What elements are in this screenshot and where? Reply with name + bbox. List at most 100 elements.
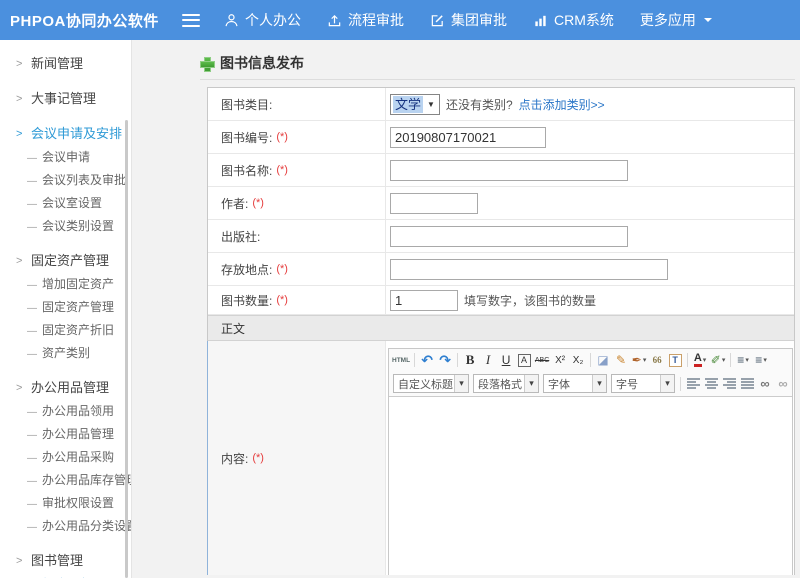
format-brush-icon[interactable]: ✎ (613, 351, 629, 369)
content-label: 内容: (221, 450, 248, 467)
nav-workflow-approval[interactable]: 流程审批 (327, 10, 404, 30)
form-row-content: 内容:(*) HTML↶↷BIUAABCX²X₂◪✎✒▾66TA▾✐▾≡▾≡▾ (208, 341, 794, 575)
main-area: 图书信息发布 图书类目: 文学 ▼ 还没有类别? 点击添加类别>> (132, 40, 800, 578)
required-marker: (*) (276, 164, 288, 176)
sidebar-item[interactable]: 会议室设置 (0, 191, 131, 214)
redo-icon[interactable]: ↷ (437, 351, 453, 369)
sidebar-prefix-icon (27, 323, 42, 337)
nav-group-approval[interactable]: 集团审批 (430, 10, 507, 30)
toolbar-separator (730, 353, 731, 367)
add-category-link[interactable]: 点击添加类别>> (519, 96, 605, 113)
sidebar-prefix-icon (27, 150, 42, 164)
underline-icon[interactable]: U (498, 351, 514, 369)
author-label: 作者: (221, 195, 248, 212)
subscript-icon[interactable]: X₂ (570, 351, 586, 369)
form-row-author: 作者: (*) (208, 187, 794, 220)
sidebar-item[interactable]: 固定资产折旧 (0, 318, 131, 341)
nav-more-apps[interactable]: 更多应用 (640, 10, 712, 30)
required-marker: (*) (276, 294, 288, 306)
location-input[interactable] (390, 259, 668, 280)
nav-personal-office[interactable]: 个人办公 (224, 10, 301, 30)
sidebar-item[interactable]: 新建图书 (0, 572, 131, 578)
insert-link-icon[interactable]: ∞ (757, 375, 773, 393)
highlight-icon[interactable]: ✐▾ (710, 351, 726, 369)
sidebar-item[interactable]: 办公用品库存管理 (0, 468, 131, 491)
author-input[interactable] (390, 193, 478, 214)
sidebar-prefix-icon (16, 125, 31, 140)
eraser-icon[interactable]: ◪ (595, 351, 611, 369)
sidebar-item[interactable]: 固定资产管理 (0, 246, 131, 272)
font-border-icon[interactable]: A (516, 351, 532, 369)
publisher-input[interactable] (390, 226, 628, 247)
required-marker: (*) (252, 197, 264, 209)
font-family-select[interactable]: 字体 (543, 374, 607, 393)
align-center-icon[interactable] (703, 375, 719, 393)
book-name-input[interactable] (390, 160, 628, 181)
quantity-input[interactable] (390, 290, 458, 311)
dropdown-caret-icon: ▾ (643, 356, 647, 364)
paragraph-select[interactable]: 段落格式 (473, 374, 539, 393)
paste-text-icon[interactable]: T (667, 351, 683, 369)
unordered-list-icon[interactable]: ≡▾ (753, 351, 769, 369)
font-color-icon[interactable]: A▾ (692, 351, 708, 369)
sidebar-item[interactable]: 固定资产管理 (0, 295, 131, 318)
color-pen-icon[interactable]: ✒▾ (631, 351, 647, 369)
category-select[interactable]: 文学 ▼ (390, 94, 440, 115)
italic-icon[interactable]: I (480, 351, 496, 369)
sidebar-item[interactable]: 办公用品采购 (0, 445, 131, 468)
sidebar-prefix-icon (27, 196, 42, 210)
section-header-body: 正文 (208, 315, 794, 341)
location-label: 存放地点: (221, 261, 272, 278)
category-hint: 还没有类别? (446, 96, 513, 113)
sidebar-item[interactable]: 办公用品管理 (0, 373, 131, 399)
book-form: 图书类目: 文学 ▼ 还没有类别? 点击添加类别>> 图书编号: (*) (207, 87, 795, 575)
bold-icon[interactable]: B (462, 351, 478, 369)
sidebar-item[interactable]: 会议类别设置 (0, 214, 131, 237)
form-row-book-name: 图书名称:(*) (208, 154, 794, 187)
sidebar-prefix-icon (27, 346, 42, 360)
sidebar-item[interactable]: 办公用品分类设置 (0, 514, 131, 537)
edit-square-icon (430, 13, 445, 28)
sidebar-item[interactable]: 图书管理 (0, 546, 131, 572)
sidebar-item[interactable]: 资产类别 (0, 341, 131, 364)
sidebar-prefix-icon (27, 219, 42, 233)
style-select[interactable]: 自定义标题 (393, 374, 469, 393)
top-bar: PHPOA协同办公软件 个人办公 流程审批 集团审批 (0, 0, 800, 40)
sidebar-item[interactable]: 大事记管理 (0, 84, 131, 110)
align-right-icon[interactable] (721, 375, 737, 393)
editor-content[interactable] (389, 397, 792, 575)
quantity-hint: 填写数字，该图书的数量 (464, 292, 596, 309)
align-left-icon[interactable] (685, 375, 701, 393)
sidebar-item[interactable]: 新闻管理 (0, 49, 131, 75)
align-justify-icon[interactable] (739, 375, 755, 393)
blockquote-icon[interactable]: 66 (649, 351, 665, 369)
sidebar-item[interactable]: 办公用品管理 (0, 422, 131, 445)
sidebar-item[interactable]: 审批权限设置 (0, 491, 131, 514)
book-no-input[interactable] (390, 127, 546, 148)
undo-icon[interactable]: ↶ (419, 351, 435, 369)
book-no-label: 图书编号: (221, 129, 272, 146)
form-row-location: 存放地点: (*) (208, 253, 794, 286)
select-arrow-icon: ▼ (425, 100, 437, 109)
editor-toolbar-row2: 自定义标题段落格式字体字号 ∞∞ (389, 371, 792, 396)
required-marker: (*) (276, 263, 288, 275)
sidebar-scrollbar[interactable] (125, 120, 128, 578)
nav-crm-system[interactable]: CRM系统 (533, 10, 614, 30)
sidebar-item[interactable]: 会议列表及审批 (0, 168, 131, 191)
sidebar-item[interactable]: 增加固定资产 (0, 272, 131, 295)
html-source-icon[interactable]: HTML (392, 351, 410, 369)
remove-link-icon[interactable]: ∞ (775, 375, 791, 393)
sidebar-prefix-icon (27, 496, 42, 510)
superscript-icon[interactable]: X² (552, 351, 568, 369)
font-size-select[interactable]: 字号 (611, 374, 675, 393)
sidebar-prefix-icon (16, 379, 31, 394)
sidebar-item[interactable]: 会议申请 (0, 145, 131, 168)
form-row-category: 图书类目: 文学 ▼ 还没有类别? 点击添加类别>> (208, 88, 794, 121)
bar-chart-icon (533, 13, 548, 28)
sidebar-item[interactable]: 会议申请及安排 (0, 119, 131, 145)
ordered-list-icon[interactable]: ≡▾ (735, 351, 751, 369)
sidebar-item[interactable]: 办公用品领用 (0, 399, 131, 422)
sidebar-prefix-icon (16, 90, 31, 105)
strikethrough-icon[interactable]: ABC (534, 351, 550, 369)
menu-toggle-icon[interactable] (182, 14, 200, 27)
